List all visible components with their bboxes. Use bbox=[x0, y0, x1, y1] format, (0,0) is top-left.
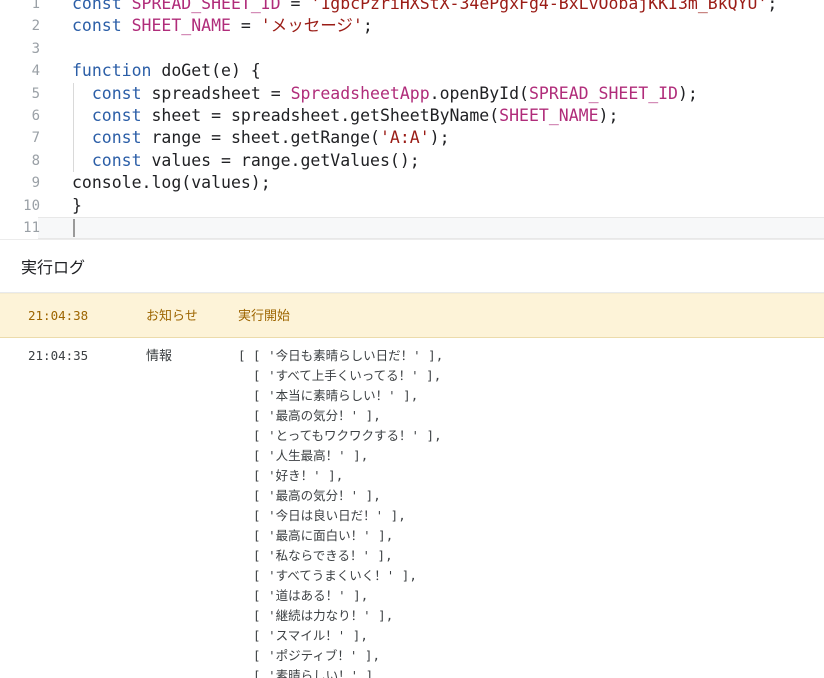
code-line[interactable]: 2const SHEET_NAME = 'メッセージ'; bbox=[0, 15, 824, 37]
code-text: } bbox=[40, 195, 824, 217]
log-entry-row: 21:04:35 情報 [ [ '今日も素晴らしい日だ！' ], [ 'すべて上… bbox=[0, 338, 824, 678]
code-text: const SPREAD_SHEET_ID = '1gbcPzriHXStX-3… bbox=[40, 0, 824, 15]
code-text: const values = range.getValues(); bbox=[40, 150, 824, 172]
line-number: 8 bbox=[0, 150, 40, 172]
log-notice-row: 21:04:38 お知らせ 実行開始 bbox=[0, 293, 824, 338]
execution-log-header: 実行ログ bbox=[0, 240, 824, 293]
code-line[interactable]: 6 const sheet = spreadsheet.getSheetByNa… bbox=[0, 105, 824, 127]
notice-message: 実行開始 bbox=[238, 306, 824, 326]
code-line[interactable]: 8 const values = range.getValues(); bbox=[0, 150, 824, 172]
code-text: function doGet(e) { bbox=[40, 60, 824, 82]
code-line[interactable]: 1const SPREAD_SHEET_ID = '1gbcPzriHXStX-… bbox=[0, 0, 824, 15]
line-number: 4 bbox=[0, 60, 40, 82]
entry-type-label: 情報 bbox=[146, 346, 238, 366]
code-text: console.log(values); bbox=[40, 172, 824, 194]
line-number: 1 bbox=[0, 0, 40, 15]
line-number: 10 bbox=[0, 195, 40, 217]
entry-timestamp: 21:04:35 bbox=[0, 346, 146, 366]
code-line[interactable]: 7 const range = sheet.getRange('A:A'); bbox=[0, 127, 824, 149]
execution-log-title: 実行ログ bbox=[21, 254, 85, 278]
notice-type-label: お知らせ bbox=[146, 306, 238, 326]
code-text bbox=[40, 217, 824, 239]
code-line[interactable]: 4function doGet(e) { bbox=[0, 60, 824, 82]
code-text: const range = sheet.getRange('A:A'); bbox=[40, 127, 824, 149]
code-editor[interactable]: 1const SPREAD_SHEET_ID = '1gbcPzriHXStX-… bbox=[0, 0, 824, 239]
line-number: 2 bbox=[0, 15, 40, 37]
code-text: const SHEET_NAME = 'メッセージ'; bbox=[40, 15, 824, 37]
code-line[interactable]: 5 const spreadsheet = SpreadsheetApp.ope… bbox=[0, 83, 824, 105]
code-line[interactable]: 3 bbox=[0, 38, 824, 60]
code-text bbox=[40, 38, 824, 60]
code-text: const sheet = spreadsheet.getSheetByName… bbox=[40, 105, 824, 127]
code-lines: 1const SPREAD_SHEET_ID = '1gbcPzriHXStX-… bbox=[0, 0, 824, 239]
execution-log-panel[interactable]: 実行ログ 21:04:38 お知らせ 実行開始 21:04:35 情報 [ [ … bbox=[0, 239, 824, 678]
line-number: 3 bbox=[0, 38, 40, 60]
notice-timestamp: 21:04:38 bbox=[0, 306, 146, 326]
code-line[interactable]: 9console.log(values); bbox=[0, 172, 824, 194]
code-text: const spreadsheet = SpreadsheetApp.openB… bbox=[40, 83, 824, 105]
line-number: 6 bbox=[0, 105, 40, 127]
line-number: 9 bbox=[0, 172, 40, 194]
line-number: 11 bbox=[0, 217, 40, 239]
line-number: 7 bbox=[0, 127, 40, 149]
code-line[interactable]: 10} bbox=[0, 195, 824, 217]
log-output-array: [ [ '今日も素晴らしい日だ！' ], [ 'すべて上手くいってる！' ], … bbox=[238, 346, 443, 678]
code-line[interactable]: 11 bbox=[0, 217, 824, 239]
line-number: 5 bbox=[0, 83, 40, 105]
